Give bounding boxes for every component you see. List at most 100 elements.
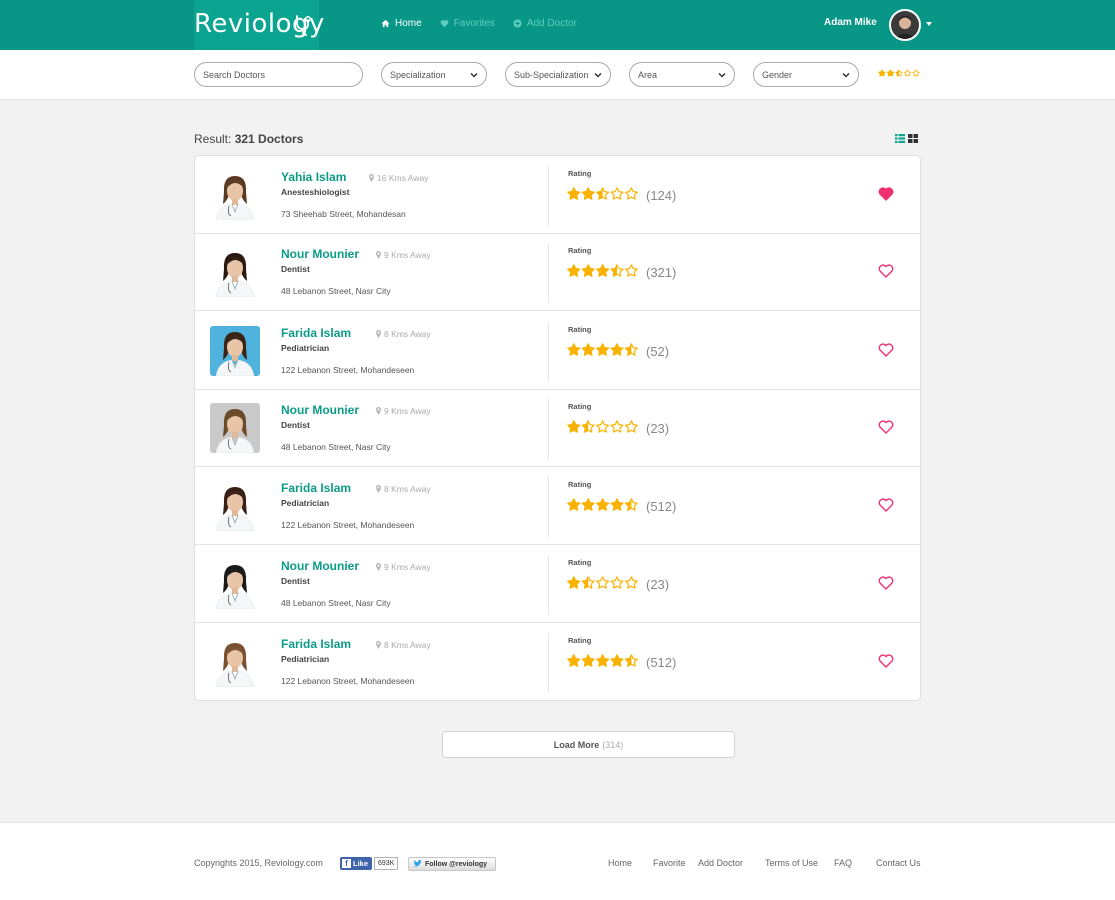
nav-add-doctor[interactable]: Add Doctor — [513, 18, 577, 29]
plus-circle-icon — [513, 19, 522, 28]
footer-link-faq[interactable]: FAQ — [834, 858, 852, 868]
area-label: Area — [638, 69, 658, 80]
chevron-down-icon — [842, 72, 850, 78]
logo-container[interactable]: Reviology — [194, 0, 324, 50]
doctor-rating-stars — [567, 654, 638, 667]
list-view-icon[interactable] — [895, 134, 905, 143]
doctor-photo-image — [210, 326, 260, 376]
twitter-bird-icon — [413, 860, 422, 867]
twitter-follow-button[interactable]: Follow @reviology — [408, 857, 496, 871]
doctor-address: 122 Lebanon Street, Mohandeseen — [281, 365, 415, 375]
doctor-rating-stars — [567, 498, 638, 511]
doctor-rating-stars — [567, 420, 638, 433]
footer-link-add-doctor[interactable]: Add Doctor — [698, 858, 743, 868]
star-fill-icon — [610, 654, 624, 667]
search-input-placeholder: Search Doctors — [203, 69, 266, 80]
doctor-row[interactable]: Farida Islam 8 Kms Away Pediatrician 122 Le… — [195, 467, 920, 545]
grid-view-icon[interactable] — [908, 134, 918, 143]
area-select[interactable]: Area — [629, 62, 735, 87]
doctor-row[interactable]: Nour Mounier 9 Kms Away Dentist 48 Lebanon … — [195, 233, 920, 311]
rating-label: Rating — [568, 402, 592, 411]
doctor-distance-label: 8 Kms Away — [384, 329, 431, 339]
doctor-row[interactable]: Nour Mounier 9 Kms Away Dentist 48 Lebanon … — [195, 545, 920, 623]
map-pin-icon — [369, 174, 374, 182]
star-fill-icon — [567, 343, 581, 356]
heart-filled-icon[interactable] — [878, 187, 894, 201]
heart-outline-icon[interactable] — [878, 420, 894, 434]
star-fill-icon — [581, 498, 595, 511]
doctor-photo[interactable] — [210, 481, 260, 531]
star-fill-icon — [596, 264, 610, 277]
doctor-distance: 16 Kms Away — [369, 173, 428, 183]
user-avatar[interactable] — [889, 9, 921, 41]
map-pin-icon — [376, 563, 381, 571]
home-icon — [381, 19, 390, 28]
doctor-name[interactable]: Nour Mounier — [281, 403, 359, 417]
rating-filter-stars[interactable] — [878, 69, 920, 78]
doctor-distance-label: 8 Kms Away — [384, 640, 431, 650]
top-navbar: Reviology Home Favorites Add Doctor Adam… — [0, 0, 1115, 50]
user-name[interactable]: Adam Mike — [824, 17, 877, 28]
doctor-name[interactable]: Farida Islam — [281, 481, 351, 495]
heart-outline-icon[interactable] — [878, 654, 894, 668]
footer-link-home[interactable]: Home — [608, 858, 632, 868]
footer-link-terms[interactable]: Terms of Use — [765, 858, 818, 868]
footer-link-contact[interactable]: Contact Us — [876, 858, 921, 868]
result-label: Result: — [194, 132, 232, 146]
row-divider — [548, 477, 549, 537]
doctor-specialty: Dentist — [281, 264, 310, 274]
heart-outline-icon[interactable] — [878, 343, 894, 357]
doctor-photo[interactable] — [210, 247, 260, 297]
doctor-address: 48 Lebanon Street, Nasr City — [281, 598, 391, 608]
doctor-specialty: Pediatrician — [281, 343, 330, 353]
doctor-review-count: (321) — [646, 265, 677, 280]
heart-outline-icon[interactable] — [878, 498, 894, 512]
user-menu-caret-icon[interactable] — [926, 22, 932, 26]
doctor-name[interactable]: Nour Mounier — [281, 247, 359, 261]
nav-home[interactable]: Home — [381, 18, 422, 29]
doctor-review-count: (124) — [646, 188, 677, 203]
chevron-down-icon — [718, 72, 726, 78]
doctor-row[interactable]: Farida Islam 8 Kms Away Pediatrician 122 Le… — [195, 312, 920, 390]
doctor-review-count: (512) — [646, 499, 677, 514]
doctor-name[interactable]: Yahia Islam — [281, 170, 346, 184]
doctor-row[interactable]: Farida Islam 8 Kms Away Pediatrician 122 Le… — [195, 623, 920, 700]
doctor-photo[interactable] — [210, 326, 260, 376]
star-fill-icon — [567, 654, 581, 667]
doctor-specialty: Anesteshiologist — [281, 187, 350, 197]
heart-outline-icon[interactable] — [878, 576, 894, 590]
star-icon — [610, 420, 624, 433]
chevron-down-icon — [594, 72, 602, 78]
row-divider — [548, 166, 549, 226]
load-more-button[interactable]: Load More (314) — [442, 731, 735, 758]
doctor-name[interactable]: Farida Islam — [281, 637, 351, 651]
rating-label: Rating — [568, 325, 592, 334]
doctor-distance: 8 Kms Away — [376, 329, 431, 339]
doctor-rating-stars — [567, 264, 638, 277]
doctor-name[interactable]: Farida Islam — [281, 326, 351, 340]
doctor-address: 73 Sheehab Street, Mohandesan — [281, 209, 406, 219]
gender-select[interactable]: Gender — [753, 62, 859, 87]
facebook-like-button[interactable]: f Like — [340, 857, 373, 870]
doctor-photo[interactable] — [210, 170, 260, 220]
facebook-like-widget[interactable]: f Like 693K — [340, 857, 399, 870]
doctor-row[interactable]: Nour Mounier 9 Kms Away Dentist 48 Lebanon … — [195, 389, 920, 467]
doctor-photo[interactable] — [210, 403, 260, 453]
star-icon — [610, 187, 624, 200]
chevron-down-icon — [470, 72, 478, 78]
doctor-name[interactable]: Nour Mounier — [281, 559, 359, 573]
heart-outline-icon[interactable] — [878, 264, 894, 278]
nav-favorites[interactable]: Favorites — [440, 18, 495, 29]
specialization-select[interactable]: Specialization — [381, 62, 487, 87]
nav-favorites-label: Favorites — [453, 18, 495, 29]
sub-specialization-select[interactable]: Sub-Specialization — [505, 62, 611, 87]
star-icon — [596, 420, 610, 433]
search-input[interactable]: Search Doctors — [194, 62, 363, 87]
gender-label: Gender — [762, 69, 793, 80]
doctor-distance-label: 9 Kms Away — [384, 562, 431, 572]
doctor-photo[interactable] — [210, 559, 260, 609]
doctor-rating-stars — [567, 343, 638, 356]
footer-link-favorite[interactable]: Favorite — [653, 858, 686, 868]
doctor-row[interactable]: Yahia Islam 16 Kms Away Anesteshiologist 73… — [195, 156, 920, 234]
doctor-photo[interactable] — [210, 637, 260, 687]
